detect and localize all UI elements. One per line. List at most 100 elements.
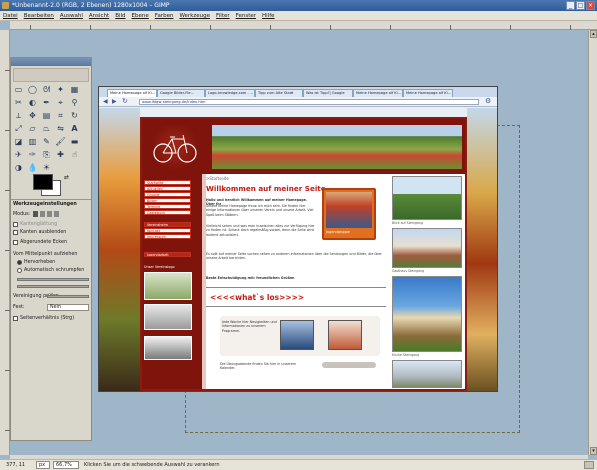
divider: [11, 199, 91, 200]
measure-icon[interactable]: ⟂: [13, 111, 24, 121]
menu-farben[interactable]: Farben: [155, 11, 174, 20]
pasted-browser-screenshot[interactable]: Meine Homepage alf Kl... Google Bilder-F…: [98, 86, 498, 392]
radio-option-2[interactable]: [17, 268, 22, 273]
menu-bearbeiten[interactable]: Bearbeiten: [24, 11, 54, 20]
shear-icon[interactable]: ▱: [27, 124, 38, 134]
menu-auswahl[interactable]: Auswahl: [60, 11, 83, 20]
scissors-icon[interactable]: ✂: [13, 98, 24, 108]
feather-checkbox[interactable]: [13, 230, 18, 235]
navigate-icon[interactable]: [584, 461, 594, 469]
paintbrush-icon[interactable]: 🖌: [55, 137, 66, 147]
foreground-color-swatch[interactable]: [33, 174, 53, 190]
site-header: [142, 119, 465, 174]
news-text: Die Übungsabende finden Sie hier in unse…: [220, 362, 296, 371]
bucket-fill-icon[interactable]: ◪: [13, 137, 24, 147]
close-button[interactable]: ×: [586, 1, 595, 10]
smudge-icon[interactable]: ☝: [69, 150, 80, 160]
crop-icon[interactable]: ⌗: [55, 111, 66, 121]
nav-link: Bilder: [144, 198, 191, 203]
mode-intersect-icon[interactable]: [54, 211, 59, 217]
blur-icon[interactable]: 💧: [27, 163, 38, 173]
blend-icon[interactable]: ▥: [27, 137, 38, 147]
vertical-ruler[interactable]: [0, 30, 10, 455]
dodge-burn-icon[interactable]: ◑: [13, 163, 24, 173]
heal-icon[interactable]: ✚: [55, 150, 66, 160]
sample-slider[interactable]: [17, 285, 89, 288]
feather-label: Kanten ausblenden: [20, 230, 67, 235]
menu-bild[interactable]: Bild: [115, 11, 125, 20]
threshold-slider[interactable]: [17, 278, 89, 281]
vertical-scrollbar[interactable]: ▴ ▾: [588, 30, 597, 455]
fuzzy-select-icon[interactable]: ✦: [55, 85, 66, 95]
antialias-checkbox[interactable]: [13, 222, 18, 227]
airbrush-icon[interactable]: ✈: [13, 150, 24, 160]
forward-icon: ▶: [112, 98, 117, 105]
ellipse-select-icon[interactable]: ◯: [27, 85, 38, 95]
color-select-icon[interactable]: ▦: [69, 85, 80, 95]
browser-tab: Logo-knowledge.com - ...: [205, 89, 255, 97]
text-tool-icon[interactable]: A: [69, 124, 80, 134]
divider: [206, 306, 386, 307]
nav-link: Impressum: [144, 234, 191, 239]
rect-select-icon[interactable]: ▭: [13, 85, 24, 95]
maximize-button[interactable]: □: [576, 1, 585, 10]
website-frame: Startseite Aktuelles Gruppe Bilder Termi…: [140, 117, 467, 391]
menu-hilfe[interactable]: Hilfe: [262, 11, 275, 20]
move-icon[interactable]: ✥: [27, 111, 38, 121]
fixed-dropdown[interactable]: Nein: [47, 304, 89, 311]
merged-slider[interactable]: [47, 295, 89, 298]
fixed-label: Fest:: [13, 305, 25, 310]
site-right-column: Blick auf Steingang Gasthaus Steingang K…: [390, 176, 465, 391]
menu-filter[interactable]: Filter: [216, 11, 230, 20]
scroll-down-icon[interactable]: ▾: [590, 447, 597, 455]
browser-tab-strip: Meine Homepage alf Kl... Google Bilder-F…: [99, 87, 497, 97]
rotate-icon[interactable]: ↻: [69, 111, 80, 121]
menu-ansicht[interactable]: Ansicht: [89, 11, 109, 20]
horizontal-ruler[interactable]: [10, 21, 597, 30]
menu-datei[interactable]: Datei: [3, 11, 18, 20]
autumn-background-right: [467, 108, 497, 391]
perspective-icon[interactable]: ⏢: [41, 124, 52, 134]
flip-icon[interactable]: ⇋: [55, 124, 66, 134]
clone-icon[interactable]: ⎘: [41, 150, 52, 160]
news-button: [322, 362, 376, 368]
paths-icon[interactable]: ✒: [41, 98, 52, 108]
convolve-icon[interactable]: ☀: [41, 163, 52, 173]
sidebar-photo: [144, 272, 192, 300]
minimize-button[interactable]: _: [566, 1, 575, 10]
lasso-icon[interactable]: ᘛ: [41, 85, 52, 95]
zoom-dropdown[interactable]: 66,7%: [53, 461, 79, 469]
browser-tab: Meine Homepage alf Kl...: [107, 89, 157, 97]
toolbox-titlebar[interactable]: [11, 58, 91, 66]
mode-subtract-icon[interactable]: [47, 211, 52, 217]
sidebar-photo: [144, 304, 192, 330]
expand-checkbox[interactable]: [13, 240, 18, 245]
mode-replace-icon[interactable]: [33, 211, 38, 217]
eraser-icon[interactable]: ▬: [69, 137, 80, 147]
swap-colors-icon[interactable]: ⇄: [64, 174, 69, 181]
browser-url-field: www.lfdgw-steingang.de/index.htm: [139, 99, 479, 105]
pencil-icon[interactable]: ✎: [41, 137, 52, 147]
mode-add-icon[interactable]: [40, 211, 45, 217]
site-sidebar: Startseite Aktuelles Gruppe Bilder Termi…: [142, 174, 202, 389]
menu-werkzeuge[interactable]: Werkzeuge: [179, 11, 210, 20]
nav-link: Aktuelles: [144, 186, 191, 191]
scroll-up-icon[interactable]: ▴: [590, 30, 597, 38]
foreground-select-icon[interactable]: ◐: [27, 98, 38, 108]
scale-icon[interactable]: ⤢: [13, 124, 24, 134]
ink-icon[interactable]: ✑: [27, 150, 38, 160]
toolbox-window[interactable]: ▭ ◯ ᘛ ✦ ▦ ✂ ◐ ✒ ⌖ ⚲ ⟂ ✥ ▤ ⌗ ↻ ⤢ ▱ ⏢ ⇋ A …: [10, 57, 92, 441]
right-photo: [392, 176, 462, 220]
zoom-icon[interactable]: ⚲: [69, 98, 80, 108]
menu-fenster[interactable]: Fenster: [236, 11, 256, 20]
window-titlebar[interactable]: *Unbenannt-2.0 (RGB, 2 Ebenen) 1280x1004…: [0, 0, 597, 11]
unit-dropdown[interactable]: px: [36, 461, 50, 469]
menu-ebene[interactable]: Ebene: [132, 11, 149, 20]
extra-checkbox[interactable]: [13, 316, 18, 321]
color-picker-icon[interactable]: ⌖: [55, 98, 66, 108]
align-icon[interactable]: ▤: [41, 111, 52, 121]
news-photo: [328, 320, 362, 350]
radio-option-1[interactable]: [17, 260, 22, 265]
news-photo: [280, 320, 314, 350]
tool-options-title: Werkzeugeinstellungen: [13, 202, 77, 207]
